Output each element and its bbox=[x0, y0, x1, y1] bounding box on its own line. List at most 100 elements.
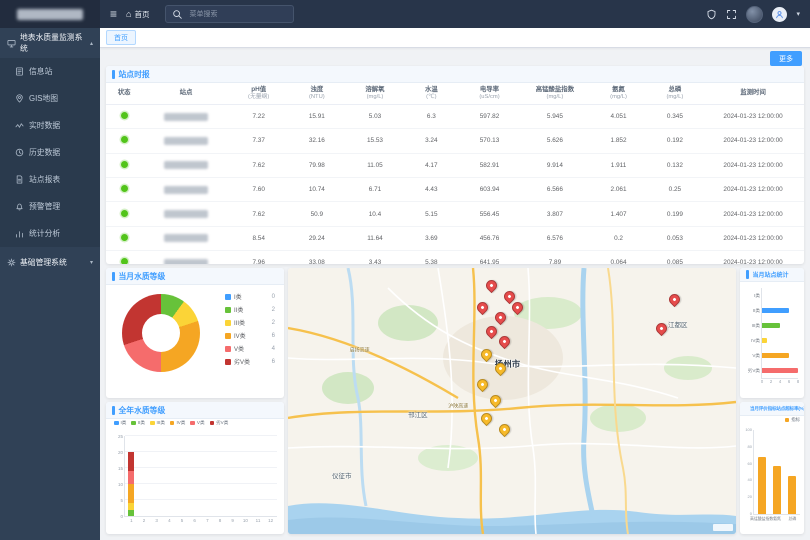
table-cell: 0.132 bbox=[648, 153, 703, 177]
legend-item[interactable]: II类2 bbox=[225, 305, 275, 314]
map-marker[interactable] bbox=[474, 299, 490, 315]
breadcrumb-home[interactable]: 首页 bbox=[134, 9, 149, 20]
column-header: 总磷(mg/L) bbox=[648, 83, 703, 104]
legend-item[interactable]: 劣V类 bbox=[210, 420, 229, 426]
sidebar-item-label: 站点报表 bbox=[29, 174, 60, 185]
monitor-icon bbox=[7, 39, 16, 48]
table-cell: 5.03 bbox=[346, 104, 404, 128]
legend-item[interactable]: III类2 bbox=[225, 318, 275, 327]
table-cell: 5.626 bbox=[520, 129, 589, 153]
status-dot bbox=[121, 112, 128, 119]
legend-item[interactable]: V类4 bbox=[225, 344, 275, 353]
map-marker[interactable] bbox=[483, 323, 499, 339]
stacked-bar-segment bbox=[128, 503, 134, 509]
sidebar-group-label: 地表水质量监测系统 bbox=[20, 32, 86, 54]
chevron-down-icon[interactable]: ▾ bbox=[796, 10, 800, 18]
bar bbox=[762, 353, 789, 358]
station-name-redacted bbox=[164, 113, 208, 121]
table-cell: 8.54 bbox=[230, 226, 288, 250]
sidebar-item-station-report[interactable]: 站点报表 bbox=[0, 166, 100, 193]
table-cell: 15.53 bbox=[346, 129, 404, 153]
map-marker[interactable] bbox=[654, 321, 670, 337]
table-cell: 603.94 bbox=[459, 177, 521, 201]
monitor-time-cell: 2024-01-23 12:00:00 bbox=[702, 104, 804, 128]
legend-item[interactable]: III类 bbox=[150, 420, 165, 426]
badge-icon[interactable] bbox=[706, 9, 717, 20]
warning-management-icon bbox=[15, 202, 24, 211]
sidebar-submenu: 信息站 GIS地图实时数据历史数据站点报表预警管理统计分析 bbox=[0, 58, 100, 247]
legend-item[interactable]: II类 bbox=[131, 420, 145, 426]
sidebar-item-history-data[interactable]: 历史数据 bbox=[0, 139, 100, 166]
legend-item[interactable]: V类 bbox=[190, 420, 204, 426]
table-cell: 5.945 bbox=[520, 104, 589, 128]
map-label: 江都区 bbox=[668, 319, 688, 329]
sidebar-item-statistic-analysis[interactable]: 统计分析 bbox=[0, 220, 100, 247]
monitor-time-cell: 2024-01-23 12:00:00 bbox=[702, 153, 804, 177]
station-name-redacted bbox=[164, 161, 208, 169]
map-marker[interactable] bbox=[492, 310, 508, 326]
hamburger-icon[interactable]: ≡ bbox=[110, 8, 117, 20]
table-cell: 582.91 bbox=[459, 153, 521, 177]
table-cell: 1.407 bbox=[589, 202, 647, 226]
map-marker[interactable] bbox=[510, 299, 526, 315]
search-input[interactable] bbox=[187, 10, 287, 19]
map-marker[interactable] bbox=[488, 392, 504, 408]
sidebar-item-gis-map[interactable]: GIS地图 bbox=[0, 85, 100, 112]
table-cell: 641.95 bbox=[459, 251, 521, 264]
sidebar-item-label: 预警管理 bbox=[29, 201, 60, 212]
legend-item[interactable]: IV类6 bbox=[225, 331, 275, 340]
map-canvas[interactable]: 扬州市江都区邗江区仪征市沪陕高速启扬高速 bbox=[288, 268, 736, 534]
table-cell: 0.2 bbox=[589, 226, 647, 250]
station-table: 状态站点pH值(无量纲)浊度(NTU)溶解氧(mg/L)水温(℃)电导率(uS/… bbox=[106, 83, 804, 264]
column-header: pH值(无量纲) bbox=[230, 83, 288, 104]
topbar-actions: ▾ bbox=[706, 6, 810, 23]
table-row[interactable]: 8.5429.2411.643.69456.766.5760.20.053202… bbox=[106, 226, 804, 250]
station-report-icon bbox=[15, 175, 24, 184]
table-row[interactable]: 7.3732.1615.533.24570.135.6261.8520.1922… bbox=[106, 129, 804, 153]
status-dot bbox=[121, 210, 128, 217]
profile-avatar[interactable] bbox=[772, 7, 787, 22]
more-button[interactable]: 更多 bbox=[770, 51, 802, 66]
map-marker[interactable] bbox=[497, 334, 513, 350]
table-cell: 7.60 bbox=[230, 177, 288, 201]
map-marker[interactable] bbox=[479, 411, 495, 427]
station-stats-panel: 当月站点统计 I类II类III类IV类V类劣V类02468 bbox=[740, 268, 804, 398]
bar bbox=[773, 466, 781, 514]
table-row[interactable]: 7.9633.083.435.38641.957.890.0640.085202… bbox=[106, 251, 804, 264]
sidebar-item-warning-management[interactable]: 预警管理 bbox=[0, 193, 100, 220]
legend-item[interactable]: 劣V类6 bbox=[225, 357, 275, 366]
table-cell: 5.15 bbox=[404, 202, 459, 226]
sidebar-group-base-management[interactable]: 基础管理系统 ▾ bbox=[0, 247, 100, 277]
map-marker[interactable] bbox=[497, 422, 513, 438]
realtime-data-icon bbox=[15, 121, 24, 130]
table-cell: 7.62 bbox=[230, 153, 288, 177]
table-cell: 15.91 bbox=[288, 104, 346, 128]
table-row[interactable]: 7.6250.910.45.15556.453.8071.4070.199202… bbox=[106, 202, 804, 226]
map-label: 仪征市 bbox=[332, 470, 352, 480]
map-marker[interactable] bbox=[483, 278, 499, 294]
table-row[interactable]: 7.6279.9811.054.17582.919.9141.9110.1322… bbox=[106, 153, 804, 177]
status-dot bbox=[121, 161, 128, 168]
map-marker[interactable] bbox=[667, 291, 683, 307]
table-row[interactable]: 7.2215.915.036.3597.825.9454.0510.345202… bbox=[106, 104, 804, 128]
sidebar-item-realtime-data[interactable]: 实时数据 bbox=[0, 112, 100, 139]
sidebar-item-label: GIS地图 bbox=[29, 93, 58, 104]
user-avatar[interactable] bbox=[746, 6, 763, 23]
column-header: 氨氮(mg/L) bbox=[589, 83, 647, 104]
legend-item[interactable]: I类 bbox=[114, 420, 126, 426]
legend-item[interactable]: IV类 bbox=[170, 420, 185, 426]
map-marker[interactable] bbox=[479, 347, 495, 363]
sidebar-group-water-monitor[interactable]: 地表水质量监测系统 ▴ bbox=[0, 28, 100, 58]
table-cell: 6.71 bbox=[346, 177, 404, 201]
table-cell: 7.37 bbox=[230, 129, 288, 153]
station-report-panel: 站点时报 状态站点pH值(无量纲)浊度(NTU)溶解氧(mg/L)水温(℃)电导… bbox=[106, 66, 804, 264]
table-row[interactable]: 7.6010.746.714.43603.946.5662.0610.25202… bbox=[106, 177, 804, 201]
map-marker[interactable] bbox=[474, 376, 490, 392]
fullscreen-icon[interactable] bbox=[726, 9, 737, 20]
panel-title: 全年水质等级 bbox=[119, 405, 166, 416]
sidebar-item-info-station[interactable]: 信息站 bbox=[0, 58, 100, 85]
map-label: 启扬高速 bbox=[350, 347, 370, 354]
legend-item[interactable]: I类0 bbox=[225, 292, 275, 301]
menu-search[interactable] bbox=[165, 5, 294, 23]
tab-home[interactable]: 首页 bbox=[106, 30, 136, 45]
